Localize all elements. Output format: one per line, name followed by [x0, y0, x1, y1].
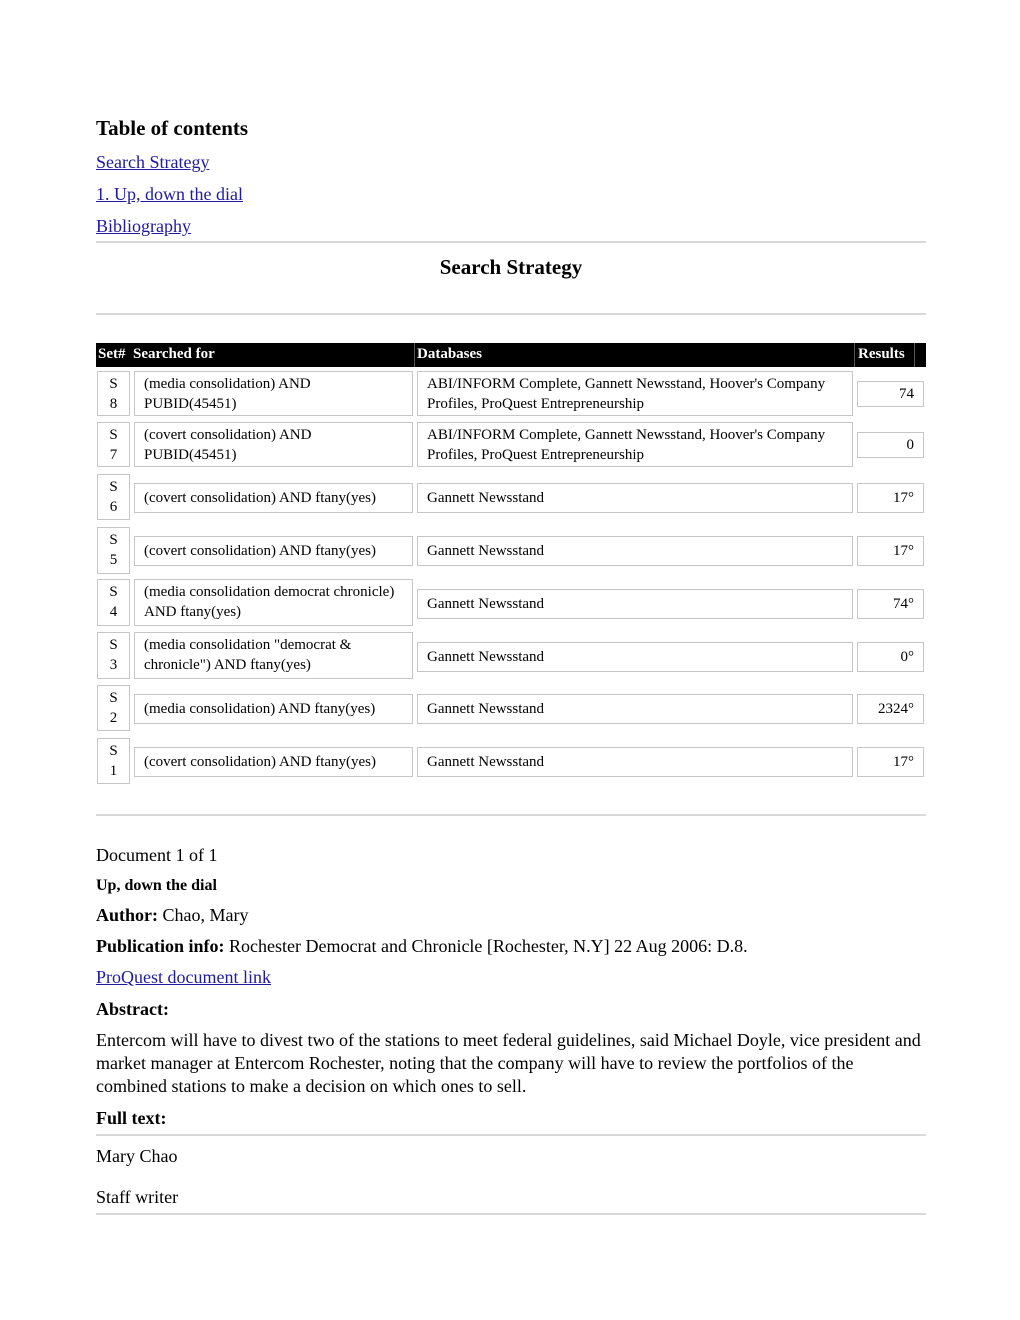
table-header-row: Set# Searched for Databases Results — [96, 343, 926, 367]
fulltext-line: Mary Chao — [96, 1146, 178, 1166]
set-number: S7 — [97, 422, 130, 467]
author-value: Chao, Mary — [162, 905, 249, 925]
results-count: 74 — [857, 381, 924, 407]
query-text: (covert consolidation) AND ftany(yes) — [134, 536, 413, 566]
set-number: S4 — [97, 579, 130, 626]
toc-link-bibliography[interactable]: Bibliography — [96, 216, 191, 237]
author-label: Author: — [96, 905, 158, 925]
search-strategy-table: Set# Searched for Databases Results S8 (… — [96, 343, 926, 787]
section-title: Search Strategy — [439, 255, 583, 279]
table-row: S1 (covert consolidation) AND ftany(yes)… — [96, 735, 926, 787]
table-row: S5 (covert consolidation) AND ftany(yes)… — [96, 525, 926, 577]
abstract-label: Abstract: — [96, 999, 169, 1019]
document-title: Up, down the dial — [96, 877, 217, 894]
query-text: (covert consolidation) AND ftany(yes) — [134, 483, 413, 513]
set-number: S8 — [97, 371, 130, 416]
table-row: S6 (covert consolidation) AND ftany(yes)… — [96, 472, 926, 525]
divider — [96, 1134, 926, 1136]
table-row: S2 (media consolidation) AND ftany(yes) … — [96, 682, 926, 735]
results-count: 2324° — [857, 694, 924, 724]
toc-title: Table of contents — [96, 116, 249, 140]
query-text: (media consolidation) AND PUBID(45451) — [134, 371, 413, 416]
document-author: Author: Chao, Mary — [96, 905, 926, 926]
set-number: S1 — [97, 738, 130, 784]
header-set: Set# — [98, 346, 126, 362]
databases-text: Gannett Newsstand — [417, 642, 853, 672]
results-count: 0° — [857, 642, 924, 672]
table-row: S7 (covert consolidation) AND PUBID(4545… — [96, 419, 926, 472]
results-count: 17° — [857, 747, 924, 777]
toc-link-article[interactable]: 1. Up, down the dial — [96, 184, 243, 205]
query-text: (covert consolidation) AND ftany(yes) — [134, 747, 413, 777]
table-row: S8 (media consolidation) AND PUBID(45451… — [96, 367, 926, 419]
header-databases: Databases — [417, 346, 483, 362]
toc-link-search-strategy[interactable]: Search Strategy — [96, 152, 209, 173]
databases-text: Gannett Newsstand — [417, 536, 853, 566]
set-number: S2 — [97, 685, 130, 731]
header-results: Results — [858, 346, 905, 362]
abstract-text: Entercom will have to divest two of the … — [96, 1030, 921, 1096]
databases-text: Gannett Newsstand — [417, 483, 853, 513]
table-row: S4 (media consolidation democrat chronic… — [96, 577, 926, 630]
databases-text: Gannett Newsstand — [417, 694, 853, 724]
databases-text: ABI/INFORM Complete, Gannett Newsstand, … — [417, 422, 853, 467]
publication-label: Publication info: — [96, 936, 225, 956]
databases-text: Gannett Newsstand — [417, 589, 853, 619]
divider — [96, 313, 926, 315]
query-text: (covert consolidation) AND PUBID(45451) — [134, 422, 413, 467]
proquest-document-link[interactable]: ProQuest document link — [96, 967, 271, 987]
publication-value: Rochester Democrat and Chronicle [Roches… — [229, 936, 748, 956]
query-text: (media consolidation democrat chronicle)… — [134, 579, 413, 626]
set-number: S5 — [97, 527, 130, 574]
divider — [96, 814, 926, 816]
results-count: 17° — [857, 483, 924, 513]
table-row: S3 (media consolidation "democrat & chro… — [96, 630, 926, 682]
databases-text: Gannett Newsstand — [417, 747, 853, 777]
document-count: Document 1 of 1 — [96, 845, 218, 865]
query-text: (media consolidation "democrat & chronic… — [134, 632, 413, 679]
fulltext-label: Full text: — [96, 1108, 167, 1128]
divider — [96, 241, 926, 243]
publication-info: Publication info: Rochester Democrat and… — [96, 936, 926, 957]
databases-text: ABI/INFORM Complete, Gannett Newsstand, … — [417, 371, 853, 416]
document-link-row: ProQuest document link — [96, 967, 926, 988]
fulltext-line: Staff writer — [96, 1187, 179, 1207]
divider — [96, 1213, 926, 1215]
results-count: 0 — [857, 432, 924, 458]
set-number: S6 — [97, 474, 130, 520]
results-count: 74° — [857, 589, 924, 619]
query-text: (media consolidation) AND ftany(yes) — [134, 694, 413, 724]
set-number: S3 — [97, 632, 130, 679]
results-count: 17° — [857, 536, 924, 566]
header-searched-for: Searched for — [133, 346, 215, 362]
